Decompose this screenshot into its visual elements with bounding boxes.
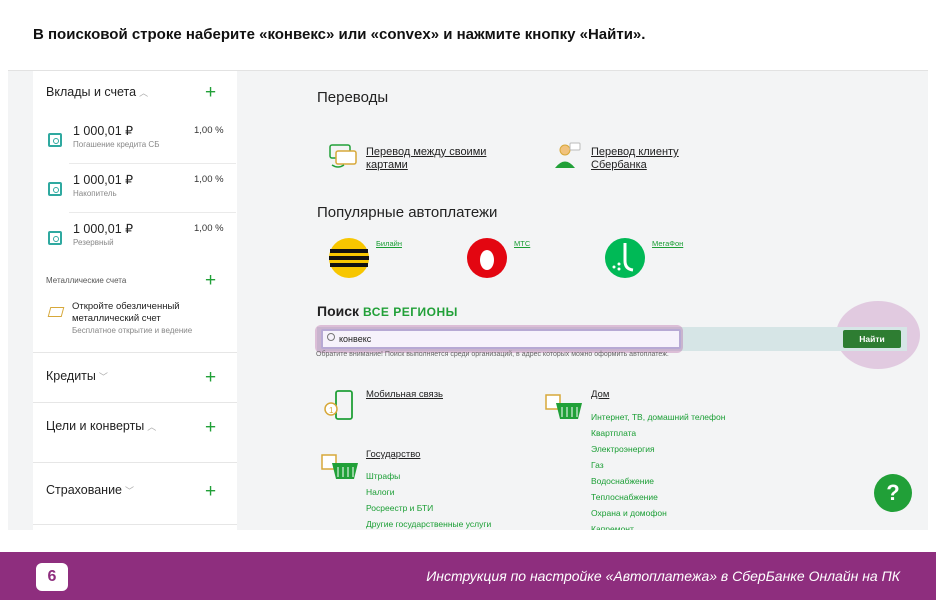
search-input[interactable] — [321, 329, 681, 349]
category-state[interactable]: Государство — [366, 449, 420, 460]
autopay-title: Популярные автоплатежи — [317, 204, 498, 221]
deposits-block: Вклады и счета ︿ + 1 000,01 ₽ Погашение к… — [33, 71, 237, 353]
svg-text:1: 1 — [329, 406, 334, 415]
add-goal-plus-icon[interactable]: + — [205, 418, 216, 437]
goals-title[interactable]: Цели и конверты ︿ — [46, 419, 156, 433]
help-button[interactable]: ? — [874, 474, 912, 512]
goals-block: Цели и конверты ︿ + — [33, 403, 237, 463]
megafon-logo-icon[interactable] — [604, 237, 646, 279]
search-bar: Найти — [315, 325, 907, 353]
state-link[interactable]: Штрафы — [366, 468, 400, 484]
add-insurance-plus-icon[interactable]: + — [205, 482, 216, 501]
chevron-down-icon: ﹀ — [98, 372, 108, 382]
instruction-text: В поисковой строке наберите «конвекс» ил… — [33, 26, 646, 43]
home-link[interactable]: Капремонт — [591, 521, 634, 530]
home-link[interactable]: Водоснабжение — [591, 473, 654, 489]
account-rate: 1,00 % — [194, 125, 224, 136]
gold-bar-icon — [47, 307, 65, 317]
account-item[interactable]: 1 000,01 ₽ Резервный 1,00 % — [46, 219, 236, 267]
footer: 6 Инструкция по настройке «Автоплатежа» … — [0, 552, 936, 600]
insurance-block: Страхование ﹀ + — [33, 469, 237, 525]
chevron-down-icon: ﹀ — [125, 486, 135, 496]
account-name: Резервный — [73, 238, 114, 247]
state-link[interactable]: Другие государственные услуги — [366, 516, 491, 530]
account-name: Погашение кредита СБ — [73, 140, 160, 149]
account-name: Накопитель — [73, 189, 117, 198]
safe-icon — [48, 231, 62, 245]
search-icon — [327, 333, 335, 341]
metal-offer[interactable]: Откройте обезличенный металлический счет — [72, 301, 222, 325]
credits-title[interactable]: Кредиты ﹀ — [46, 369, 108, 383]
mts-label[interactable]: МТС — [514, 239, 530, 248]
home-link[interactable]: Квартплата — [591, 425, 636, 441]
account-item[interactable]: 1 000,01 ₽ Накопитель 1,00 % — [46, 170, 236, 218]
page: В поисковой строке наберите «конвекс» ил… — [0, 0, 936, 600]
account-amount: 1 000,01 ₽ — [73, 124, 134, 138]
footer-title: Инструкция по настройке «Автоплатежа» в … — [426, 568, 900, 584]
chevron-up-icon: ︿ — [147, 422, 157, 432]
add-deposit-plus-icon[interactable]: + — [205, 83, 216, 102]
state-link[interactable]: Налоги — [366, 484, 395, 500]
add-credit-plus-icon[interactable]: + — [205, 368, 216, 387]
main-content: Переводы Перевод между своими картами Пе… — [258, 71, 923, 530]
home-link[interactable]: Интернет, ТВ, домашний телефон — [591, 409, 725, 425]
card-transfer-icon — [329, 144, 357, 168]
megafon-label[interactable]: МегаФон — [652, 239, 683, 248]
account-rate: 1,00 % — [194, 223, 224, 234]
mobile-phone-icon: 1 — [324, 390, 353, 420]
search-notice: Обратите внимание! Поиск выполняется сре… — [316, 351, 669, 358]
region-selector[interactable]: ВСЕ РЕГИОНЫ — [363, 305, 458, 319]
account-item[interactable]: 1 000,01 ₽ Погашение кредита СБ 1,00 % — [46, 121, 236, 169]
beeline-logo-icon[interactable] — [328, 237, 370, 279]
metal-accounts-title: Металлические счета — [46, 276, 127, 285]
home-link[interactable]: Газ — [591, 457, 604, 473]
home-link[interactable]: Теплоснабжение — [591, 489, 658, 505]
insurance-title[interactable]: Страхование ﹀ — [46, 483, 134, 497]
metal-offer-sub: Бесплатное открытие и ведение — [72, 326, 193, 335]
safe-icon — [48, 133, 62, 147]
home-link[interactable]: Охрана и домофон — [591, 505, 667, 521]
state-link[interactable]: Росреестр и БТИ — [366, 500, 433, 516]
add-metal-plus-icon[interactable]: + — [205, 271, 216, 290]
deposits-title[interactable]: Вклады и счета ︿ — [46, 85, 148, 99]
search-button[interactable]: Найти — [843, 330, 901, 348]
person-transfer-icon — [555, 142, 581, 168]
account-rate: 1,00 % — [194, 174, 224, 185]
divider — [69, 163, 236, 164]
home-link[interactable]: Электроэнергия — [591, 441, 655, 457]
search-title: Поиск ВСЕ РЕГИОНЫ — [317, 303, 458, 319]
transfers-title: Переводы — [317, 89, 389, 106]
safe-icon — [48, 182, 62, 196]
transfer-client-link[interactable]: Перевод клиенту Сбербанка — [591, 146, 701, 172]
category-home[interactable]: Дом — [591, 389, 609, 400]
sidebar: Вклады и счета ︿ + 1 000,01 ₽ Погашение к… — [33, 71, 237, 530]
account-amount: 1 000,01 ₽ — [73, 173, 134, 187]
beeline-label[interactable]: Билайн — [376, 239, 402, 248]
page-number: 6 — [36, 563, 68, 591]
transfer-own-link[interactable]: Перевод между своими картами — [366, 146, 506, 172]
credits-block: Кредиты ﹀ + — [33, 353, 237, 403]
account-amount: 1 000,01 ₽ — [73, 222, 134, 236]
home-basket-icon — [545, 394, 582, 419]
screenshot-area: Вклады и счета ︿ + 1 000,01 ₽ Погашение к… — [8, 70, 928, 530]
state-basket-icon — [321, 454, 358, 479]
category-mobile[interactable]: Мобильная связь — [366, 389, 443, 400]
chevron-up-icon: ︿ — [139, 88, 149, 98]
mts-logo-icon[interactable] — [466, 237, 508, 279]
divider — [69, 212, 236, 213]
